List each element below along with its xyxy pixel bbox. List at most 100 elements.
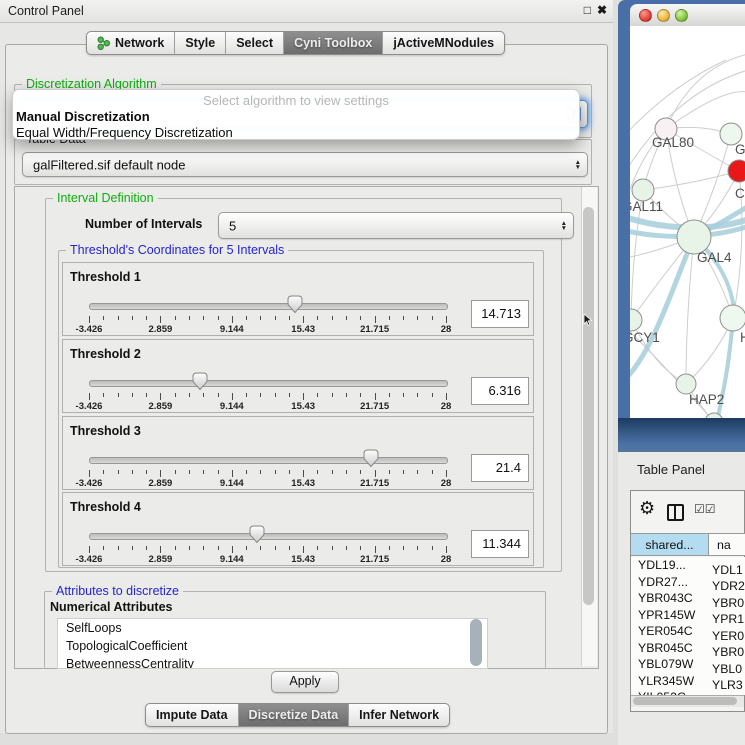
slider-thumb[interactable] (287, 295, 303, 314)
close-traffic-light[interactable] (639, 9, 652, 22)
network-edge[interactable] (643, 171, 739, 190)
threshold-value-field[interactable]: 6.316 (471, 377, 529, 405)
attribute-item-topologicalcoefficient[interactable]: TopologicalCoefficient (58, 637, 487, 655)
tick-mark (346, 393, 347, 397)
slider-thumb[interactable] (249, 525, 265, 544)
table-row[interactable]: YBR043CYBR0 (631, 590, 745, 607)
vertical-scrollbar-thumb[interactable] (583, 207, 594, 605)
tab-network[interactable]: Network (87, 32, 174, 54)
network-edge[interactable] (630, 70, 745, 174)
tick-mark (132, 546, 133, 550)
tick-mark (203, 393, 204, 397)
threshold-value-field[interactable]: 21.4 (471, 454, 529, 482)
network-node-GCY1[interactable] (630, 309, 642, 331)
tick-mark (203, 470, 204, 474)
tick-mark (118, 316, 119, 320)
tick-mark (246, 470, 247, 474)
tab-label: Cyni Toolbox (294, 36, 372, 50)
network-edge[interactable] (630, 60, 726, 136)
stepper-arrows-icon: ▲ ▼ (561, 221, 567, 231)
tick-mark (317, 316, 318, 320)
network-edge[interactable] (666, 54, 745, 129)
tick-label: 15.43 (291, 478, 315, 489)
float-window-icon[interactable]: □ (584, 3, 591, 17)
number-of-intervals-combo[interactable]: 5 ▲ ▼ (218, 212, 574, 239)
slider-track[interactable] (89, 533, 448, 540)
attribute-item-selfloops[interactable]: SelfLoops (58, 619, 487, 637)
tab-select[interactable]: Select (225, 32, 283, 54)
network-window-bottom-frame (618, 418, 745, 452)
threshold-value-field[interactable]: 11.344 (471, 530, 529, 558)
tab-impute-data[interactable]: Impute Data (146, 704, 238, 726)
popup-option-manual-discretization[interactable]: Manual Discretization (13, 109, 579, 125)
tab-discretize-data[interactable]: Discretize Data (238, 704, 349, 726)
table-data-combo[interactable]: galFiltered.sif default node ▲ ▼ (22, 152, 588, 177)
tick-mark (175, 393, 176, 397)
tick-mark (218, 393, 219, 397)
threshold-label: Threshold 3 (70, 424, 141, 438)
tab-cyni-toolbox[interactable]: Cyni Toolbox (283, 32, 382, 54)
column-header-shared-name[interactable]: shared... (631, 533, 709, 556)
slider-track[interactable] (89, 303, 448, 310)
table-row[interactable]: YLR345WYLR3 (631, 673, 745, 690)
attribute-item-betweennesscentrality[interactable]: BetweennessCentrality (58, 655, 487, 669)
column-header-name[interactable]: na (709, 533, 745, 556)
table-row[interactable]: YBL079WYBL0 (631, 656, 745, 673)
tab-label: Network (115, 36, 164, 50)
tick-mark (289, 393, 290, 397)
tick-label: -3.426 (76, 554, 103, 565)
tick-mark (446, 316, 447, 323)
attributes-scrollbar-thumb[interactable] (470, 619, 482, 666)
table-row[interactable]: YDR27...YDR2 (631, 574, 745, 591)
network-node-GAL4[interactable] (677, 220, 711, 254)
tick-label: 28 (441, 401, 452, 412)
tab-style[interactable]: Style (174, 32, 225, 54)
slider-thumb[interactable] (192, 372, 208, 391)
slider-track[interactable] (89, 380, 448, 387)
table-row[interactable]: YER054CYER0 (631, 623, 745, 640)
algorithm-dropdown-popup: Select algorithm to view settings Manual… (12, 89, 580, 140)
slider-thumb[interactable] (363, 449, 379, 468)
network-node-HAP2[interactable] (676, 374, 696, 394)
network-node-H[interactable] (720, 305, 745, 331)
checkbox-columns-icon[interactable]: ☑☑ (694, 502, 716, 516)
table-data-combo-value: galFiltered.sif default node (33, 157, 185, 172)
number-of-intervals-value: 5 (229, 218, 236, 233)
node-table: YDL19...YDL1YDR27...YDR2YBR043CYBR0YPR14… (631, 557, 745, 695)
network-canvas[interactable]: GAL80GACGAL11GAL4GCY1HHAP2 (630, 26, 745, 418)
table-row[interactable]: YBR045CYBR0 (631, 640, 745, 657)
table-row[interactable]: YPR145WYPR1 (631, 607, 745, 624)
minimize-traffic-light[interactable] (657, 9, 670, 22)
tick-mark (389, 546, 390, 550)
tick-mark (360, 470, 361, 474)
tick-mark (432, 393, 433, 397)
network-node-RED[interactable] (728, 160, 745, 182)
threshold-label: Threshold 4 (70, 500, 141, 514)
tick-mark (146, 316, 147, 320)
table-horizontal-scrollbar-thumb[interactable] (633, 697, 737, 705)
tick-mark (103, 546, 104, 550)
network-edge[interactable] (630, 237, 694, 382)
threshold-coordinates-label: Threshold's Coordinates for 5 Intervals (66, 243, 288, 257)
numerical-attributes-list[interactable]: SelfLoopsTopologicalCoefficientBetweenne… (57, 618, 488, 669)
network-node-GAL11[interactable] (632, 179, 654, 201)
table-row[interactable]: YDL19...YDL1 (631, 557, 745, 574)
gear-icon[interactable]: ⚙ (639, 499, 655, 517)
zoom-traffic-light[interactable] (675, 9, 688, 22)
tick-mark (317, 470, 318, 474)
cyni-mode-tabs: Impute DataDiscretize Data Infer Network (145, 703, 450, 727)
tab-label: Infer Network (359, 708, 439, 722)
tab-jactivemnodules[interactable]: jActiveMNodules (382, 32, 504, 54)
tab-infer-network[interactable]: Infer Network (348, 704, 449, 726)
tick-mark (403, 316, 404, 320)
apply-button[interactable]: Apply (271, 671, 339, 693)
number-of-intervals-label: Number of Intervals (85, 217, 202, 231)
network-window-titlebar[interactable] (630, 4, 745, 27)
tick-mark (375, 393, 376, 400)
node-label: HAP2 (689, 392, 724, 407)
popup-option-equal-width-frequency[interactable]: Equal Width/Frequency Discretization (13, 125, 579, 141)
split-table-icon[interactable] (667, 504, 684, 521)
slider-track[interactable] (89, 457, 448, 464)
threshold-value-field[interactable]: 14.713 (471, 300, 529, 328)
close-icon[interactable]: ✖ (597, 3, 607, 17)
